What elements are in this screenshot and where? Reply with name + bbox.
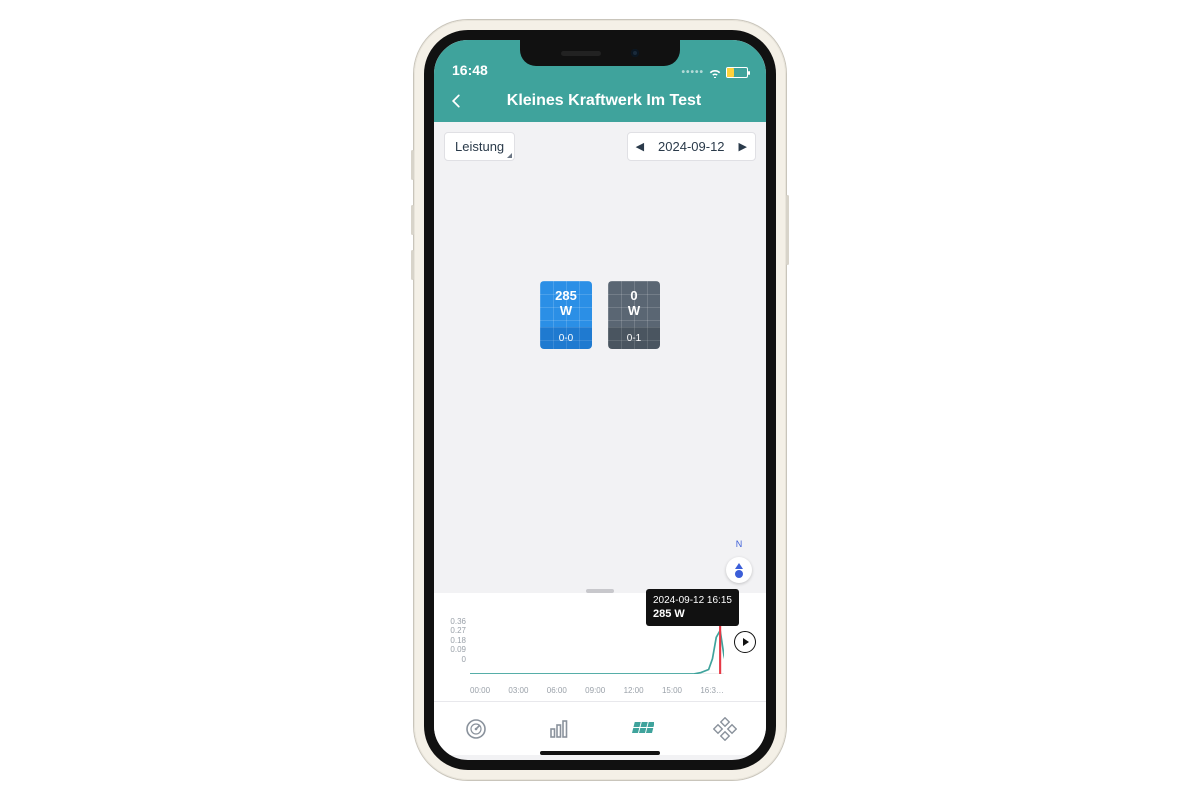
panel-value: 0 bbox=[630, 289, 637, 304]
compass-needle-icon bbox=[735, 563, 743, 569]
tab-more[interactable] bbox=[683, 702, 766, 755]
chart-svg bbox=[470, 619, 724, 674]
date-prev-button[interactable]: ◀ bbox=[636, 140, 644, 153]
compass-label: N bbox=[736, 539, 743, 549]
home-indicator[interactable] bbox=[540, 751, 660, 755]
metric-label: Leistung bbox=[455, 139, 504, 154]
panel-id: 0-1 bbox=[608, 327, 660, 349]
panel-value: 285 bbox=[555, 289, 577, 304]
dropdown-corner-icon bbox=[507, 153, 512, 158]
chart-tooltip: 2024-09-12 16:15 285 W bbox=[646, 589, 739, 626]
panel-0-0[interactable]: 285 W 0-0 bbox=[540, 281, 592, 349]
cellular-icon: ••••• bbox=[681, 67, 704, 78]
date-next-button[interactable]: ▶ bbox=[739, 140, 747, 153]
notch bbox=[520, 40, 680, 66]
bar-chart-icon bbox=[547, 717, 571, 741]
play-button[interactable] bbox=[734, 631, 756, 653]
panel-unit: W bbox=[560, 304, 572, 319]
screen: 16:48 ••••• Kleines Kraftwerk Im Test Le… bbox=[424, 30, 776, 770]
app-header: Kleines Kraftwerk Im Test bbox=[434, 80, 766, 122]
tab-stats[interactable] bbox=[517, 702, 600, 755]
panel-id: 0-0 bbox=[540, 327, 592, 349]
metric-selector[interactable]: Leistung bbox=[444, 132, 515, 161]
panel-group: 285 W 0-0 0 W 0-1 bbox=[434, 281, 766, 349]
gauge-icon bbox=[464, 717, 488, 741]
layout-canvas[interactable]: 285 W 0-0 0 W 0-1 N bbox=[434, 161, 766, 593]
tab-layout[interactable] bbox=[600, 702, 683, 755]
grid-diamond-icon bbox=[713, 717, 737, 741]
solar-panel-icon bbox=[630, 717, 654, 741]
bottom-nav bbox=[434, 701, 766, 755]
tooltip-timestamp: 2024-09-12 16:15 bbox=[653, 594, 732, 607]
phone-frame: 16:48 ••••• Kleines Kraftwerk Im Test Le… bbox=[414, 20, 786, 780]
wifi-icon bbox=[708, 68, 722, 78]
chart-area[interactable]: 2024-09-12 16:15 285 W 0.36 0.27 0.18 0.… bbox=[434, 593, 766, 701]
panel-unit: W bbox=[628, 304, 640, 319]
panel-0-1[interactable]: 0 W 0-1 bbox=[608, 281, 660, 349]
page-title: Kleines Kraftwerk Im Test bbox=[452, 92, 756, 110]
date-value: 2024-09-12 bbox=[658, 139, 725, 154]
compass-button[interactable]: N bbox=[726, 539, 752, 583]
toolbar: Leistung ◀ 2024-09-12 ▶ bbox=[434, 122, 766, 161]
tooltip-value: 285 W bbox=[653, 608, 685, 620]
date-picker[interactable]: ◀ 2024-09-12 ▶ bbox=[627, 132, 756, 161]
battery-icon bbox=[726, 67, 748, 78]
y-axis-ticks: 0.36 0.27 0.18 0.09 0 bbox=[440, 617, 466, 664]
x-axis-ticks: 00:0003:00 06:0009:00 12:0015:00 16:3… bbox=[470, 686, 724, 695]
tab-dashboard[interactable] bbox=[434, 702, 517, 755]
status-time: 16:48 bbox=[452, 62, 488, 78]
